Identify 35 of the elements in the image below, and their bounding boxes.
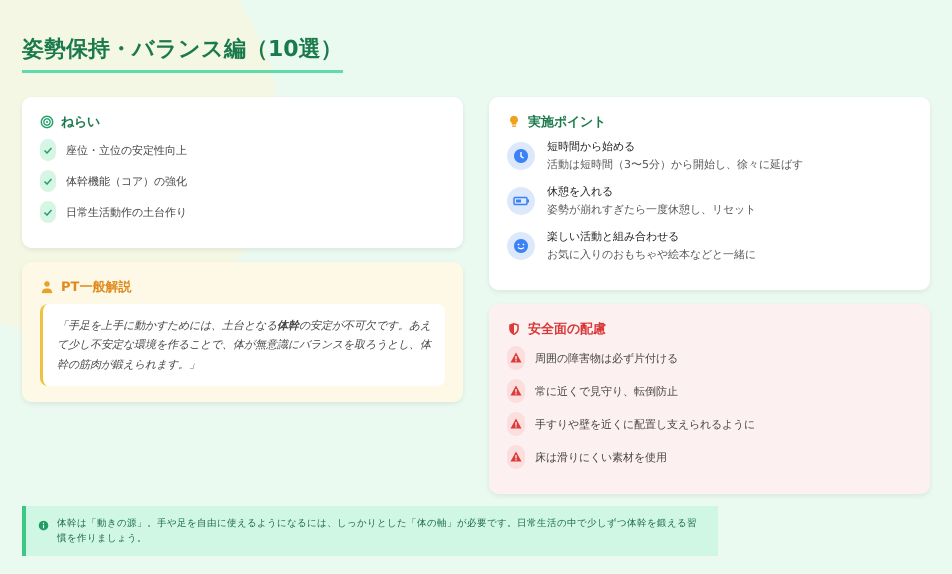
point-text: お気に入りのおもちゃや絵本などと一緒に <box>547 247 756 262</box>
person-icon <box>40 280 54 294</box>
warning-icon <box>507 445 525 469</box>
warning-icon <box>507 379 525 403</box>
lightbulb-icon <box>507 115 521 129</box>
safety-text: 手すりや壁を近くに配置し支えられるように <box>535 416 755 432</box>
info-icon <box>38 520 49 531</box>
card-heading: 実施ポイント <box>528 114 606 131</box>
note-text: 体幹は「動きの源」。手や足を自由に使えるようになるには、しっかりとした「体の軸」が必要です。日常生活の中で少しずつ体幹を鍛える習慣を作りましょう。 <box>57 517 698 546</box>
aim-text: 日常生活動作の土台作り <box>66 204 187 220</box>
check-icon <box>40 170 56 192</box>
check-icon <box>40 201 56 223</box>
card-heading: 安全面の配慮 <box>528 320 606 338</box>
safety-text: 床は滑りにくい素材を使用 <box>535 450 667 464</box>
point-title: 楽しい活動と組み合わせる <box>547 229 680 244</box>
point-text: 姿勢が崩れすぎたら一度休憩し、リセット <box>547 202 756 217</box>
safety-text: 周囲の障害物は必ず片付ける <box>535 350 678 366</box>
quote-text: 「手足を上手に動かすためには、土台となる体幹の安定が不可欠です。あえて少し不安定な環境を作ることで、体が無意識にバランスを取ろうとし、体幹の筋肉が鍛えられます。」 <box>40 304 445 386</box>
card-heading: ねらい <box>61 114 100 131</box>
check-icon <box>40 139 56 161</box>
point-title: 短時間から始める <box>547 139 636 154</box>
warning-icon <box>507 412 525 436</box>
safety-text: 常に近くで見守り、転倒防止 <box>535 384 678 398</box>
point-text: 活動は短時間（3〜5分）から開始し、徐々に延ばす <box>547 157 803 172</box>
clock-icon <box>507 142 535 170</box>
point-title: 休憩を入れる <box>547 184 614 199</box>
aim-text: 座位・立位の安定性向上 <box>66 142 187 158</box>
shield-icon <box>507 322 521 336</box>
card-heading: PT一般解説 <box>61 279 132 296</box>
page-title: 姿勢保持・バランス編（10選） <box>22 34 343 73</box>
warning-icon <box>507 346 525 370</box>
battery-icon <box>507 186 535 214</box>
target-icon <box>40 115 54 129</box>
aim-text: 体幹機能（コア）の強化 <box>66 174 187 188</box>
smiley-icon <box>507 232 535 260</box>
